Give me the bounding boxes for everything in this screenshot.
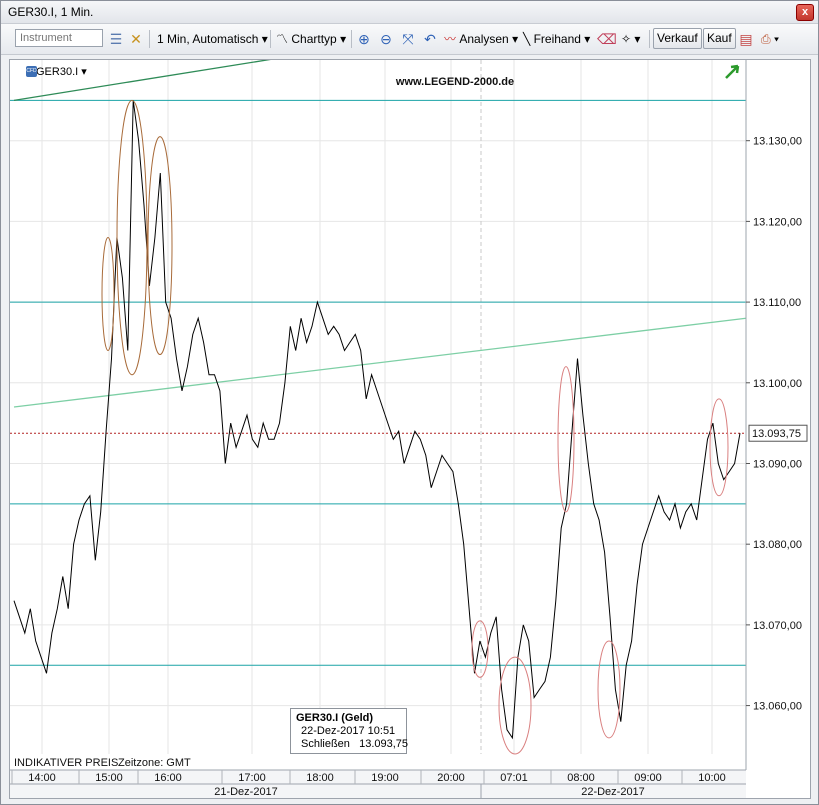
tooltip-datetime: 22-Dez-2017 10:51 — [301, 725, 396, 737]
pen-icon: ╲ — [523, 32, 531, 46]
y-tick-label: 13.090,00 — [753, 458, 802, 470]
highlight-ellipse — [471, 620, 489, 678]
price-series-line — [13, 100, 741, 740]
y-tick-label: 13.130,00 — [753, 136, 802, 148]
charttyp-label: Charttyp — [291, 32, 337, 46]
chart-area[interactable]: 13.130,00 13.120,00 13.110,00 13.100,00 13.0… — [9, 59, 811, 799]
instrument-list-icon[interactable]: ☰ — [107, 30, 125, 48]
crosshair-dropdown[interactable]: ✧ ▾ — [621, 29, 640, 49]
x-tick-label: 17:00 — [238, 772, 266, 784]
y-tick-label: 13.060,00 — [753, 701, 802, 713]
zoom-in-icon[interactable]: ⊕ — [355, 30, 373, 48]
fit-chart-icon[interactable]: ⤧ — [399, 30, 417, 48]
kauf-button[interactable]: Kauf — [703, 28, 736, 49]
analysis-icon: 〰 — [444, 32, 457, 46]
charttyp-dropdown[interactable]: 〽 Charttyp ▾ — [276, 29, 346, 49]
x-tick-label: 15:00 — [95, 772, 123, 784]
verkauf-button[interactable]: Verkauf — [653, 28, 702, 49]
x-tick-label: 20:00 — [437, 772, 465, 784]
chart-window: GER30.I, 1 Min. x ☰ ✕ 1 Min, Automatisch… — [0, 0, 819, 805]
export-icon[interactable]: ▤ — [737, 30, 755, 48]
chevron-down-icon: ▾ — [512, 32, 519, 46]
timezone-label: Zeitzone: GMT — [118, 757, 191, 769]
compare-icon[interactable]: ✕ — [127, 30, 145, 48]
x-tick-label: 18:00 — [306, 772, 334, 784]
x-tick-label: 19:00 — [371, 772, 399, 784]
highlight-ellipse — [101, 237, 115, 352]
zoom-out-icon[interactable]: ⊖ — [377, 30, 395, 48]
print-icon: ⎙ — [761, 32, 771, 46]
indicative-price-label: INDIKATIVER PREIS — [14, 757, 118, 769]
highlight-ellipse — [597, 640, 621, 739]
y-tick-label: 13.080,00 — [753, 539, 802, 551]
symbol-label: GER30.I — [36, 66, 79, 78]
tooltip-close-value: 13.093,75 — [359, 738, 409, 750]
y-tick-label: 13.070,00 — [753, 620, 802, 632]
window-title: GER30.I, 1 Min. — [8, 5, 94, 19]
x-tick-label: 09:00 — [634, 772, 662, 784]
x-tick-label: 16:00 — [154, 772, 182, 784]
price-tooltip: GER30.I (Geld) 22-Dez-2017 10:51 Schließ… — [290, 708, 409, 754]
x-tick-label: 14:00 — [28, 772, 56, 784]
y-tick-label: 13.120,00 — [753, 216, 802, 228]
close-button[interactable]: x — [796, 4, 814, 21]
chevron-down-icon: ▾ — [773, 32, 779, 46]
tooltip-title: GER30.I (Geld) — [296, 712, 374, 724]
eraser-icon[interactable]: ⌫ — [597, 30, 617, 48]
x-tick-label: 08:00 — [567, 772, 595, 784]
price-chart[interactable]: 13.130,00 13.120,00 13.110,00 13.100,00 13.0… — [10, 60, 810, 798]
y-tick-label: 13.100,00 — [753, 378, 802, 390]
x-tick-label: 07:01 — [500, 772, 528, 784]
print-dropdown[interactable]: ⎙ ▾ — [761, 29, 779, 49]
undo-icon[interactable]: ↶ — [421, 30, 439, 48]
chevron-down-icon: ▾ — [340, 32, 347, 46]
chevron-down-icon: ▾ — [634, 32, 641, 46]
chevron-down-icon: ▾ — [584, 32, 591, 46]
chevron-down-icon: ▾ — [81, 66, 87, 78]
tooltip-close-label: Schließen — [301, 738, 350, 750]
toolbar: ☰ ✕ 1 Min, Automatisch ▾ 〽 Charttyp ▾ ⊕ … — [1, 24, 818, 55]
date-label: 22-Dez-2017 — [581, 786, 645, 798]
y-tick-label: 13.110,00 — [753, 297, 801, 309]
x-tick-label: 10:00 — [698, 772, 726, 784]
title-bar: GER30.I, 1 Min. x — [1, 1, 818, 24]
trend-up-icon — [725, 64, 740, 79]
symbol-selector[interactable]: CFD GER30.I ▾ — [24, 65, 87, 78]
date-label: 21-Dez-2017 — [214, 786, 278, 798]
crosshair-icon: ✧ — [621, 32, 632, 46]
line-chart-icon: 〽 — [276, 32, 289, 46]
trendline — [13, 317, 747, 408]
freihand-label: Freihand — [533, 32, 581, 46]
interval-dropdown[interactable]: 1 Min, Automatisch ▾ — [157, 29, 268, 49]
freihand-dropdown[interactable]: ╲ Freihand ▾ — [523, 29, 590, 49]
chevron-down-icon: ▾ — [261, 32, 268, 46]
current-price-label: 13.093,75 — [752, 428, 801, 440]
analysen-label: Analysen — [459, 32, 509, 46]
instrument-search-input[interactable] — [15, 29, 103, 47]
interval-label: 1 Min, Automatisch — [157, 32, 259, 46]
highlight-ellipse — [709, 398, 729, 497]
watermark-label: www.LEGEND-2000.de — [395, 76, 514, 88]
analysen-dropdown[interactable]: 〰 Analysen ▾ — [444, 29, 518, 49]
cfd-badge-icon: CFD — [26, 66, 37, 77]
